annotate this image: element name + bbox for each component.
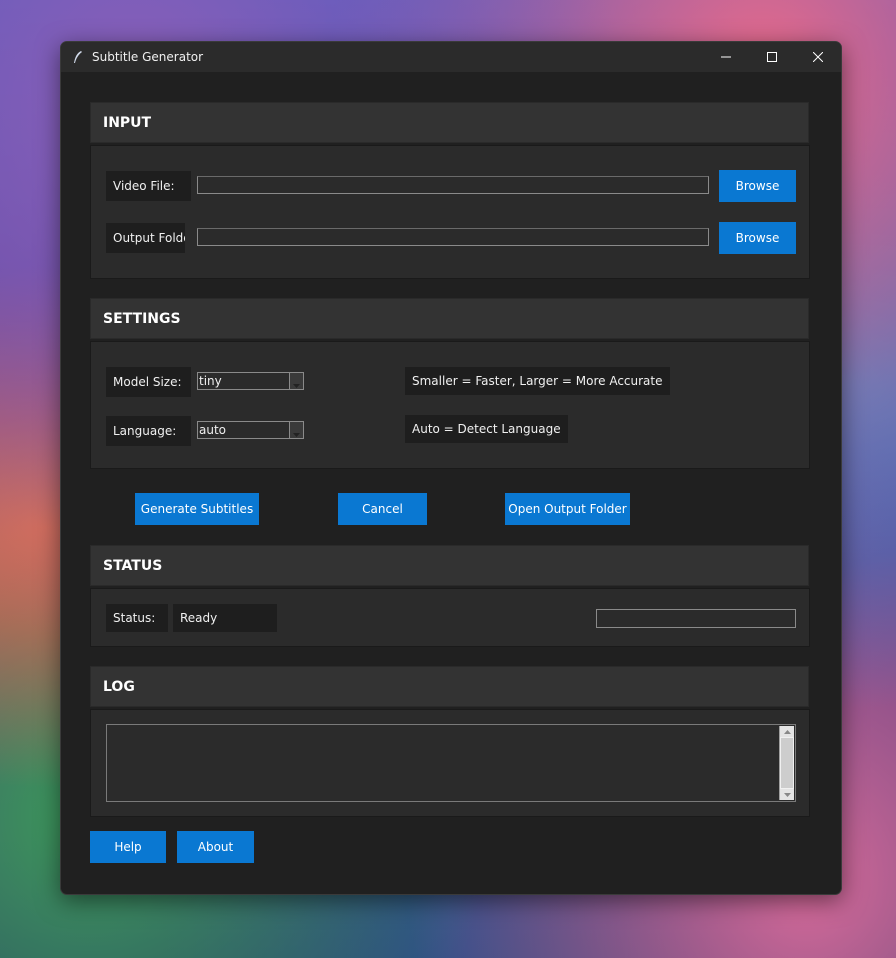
model-size-label: Model Size:	[106, 367, 191, 397]
input-header-text: INPUT	[103, 115, 152, 131]
maximize-button[interactable]	[749, 42, 795, 72]
minimize-icon	[721, 56, 731, 58]
language-value: auto	[199, 423, 227, 437]
chevron-down-icon[interactable]	[289, 422, 303, 438]
maximize-icon	[767, 52, 777, 62]
language-label: Language:	[106, 416, 191, 446]
status-label: Status:	[106, 604, 168, 632]
log-textarea[interactable]	[106, 724, 796, 802]
model-size-hint: Smaller = Faster, Larger = More Accurate	[405, 367, 670, 395]
app-window: Subtitle Generator INPUT Video File: Bro…	[60, 41, 842, 895]
feather-icon	[71, 50, 85, 64]
cancel-button[interactable]: Cancel	[338, 493, 427, 525]
minimize-button[interactable]	[703, 42, 749, 72]
status-section-header: STATUS	[90, 545, 809, 586]
close-button[interactable]	[795, 42, 841, 72]
status-section: Status: Ready	[90, 588, 810, 647]
log-header-text: LOG	[103, 679, 135, 695]
close-icon	[813, 52, 823, 62]
input-section: Video File: Browse Output Folder Browse	[90, 145, 810, 279]
about-button[interactable]: About	[177, 831, 254, 863]
scroll-up-icon[interactable]	[780, 726, 794, 737]
language-select[interactable]: auto	[197, 421, 304, 439]
scroll-down-icon[interactable]	[780, 789, 794, 800]
chevron-down-icon[interactable]	[289, 373, 303, 389]
status-value: Ready	[173, 604, 277, 632]
settings-section-header: SETTINGS	[90, 298, 809, 339]
video-file-input[interactable]	[197, 176, 709, 194]
browse-video-button[interactable]: Browse	[719, 170, 796, 202]
log-scrollbar[interactable]	[779, 726, 794, 800]
scroll-thumb[interactable]	[781, 738, 793, 788]
open-output-folder-button[interactable]: Open Output Folder	[505, 493, 630, 525]
log-section	[90, 709, 810, 817]
input-section-header: INPUT	[90, 102, 809, 143]
progress-bar	[596, 609, 796, 628]
settings-header-text: SETTINGS	[103, 311, 181, 327]
status-header-text: STATUS	[103, 558, 163, 574]
settings-section: Model Size: tiny Smaller = Faster, Large…	[90, 341, 810, 469]
window-title: Subtitle Generator	[92, 50, 204, 64]
output-folder-label: Output Folder	[106, 223, 185, 253]
video-file-label: Video File:	[106, 171, 191, 201]
output-folder-input[interactable]	[197, 228, 709, 246]
model-size-value: tiny	[199, 374, 222, 388]
log-section-header: LOG	[90, 666, 809, 707]
title-bar[interactable]: Subtitle Generator	[61, 42, 841, 72]
help-button[interactable]: Help	[90, 831, 166, 863]
language-hint: Auto = Detect Language	[405, 415, 568, 443]
model-size-select[interactable]: tiny	[197, 372, 304, 390]
browse-output-button[interactable]: Browse	[719, 222, 796, 254]
generate-subtitles-button[interactable]: Generate Subtitles	[135, 493, 259, 525]
